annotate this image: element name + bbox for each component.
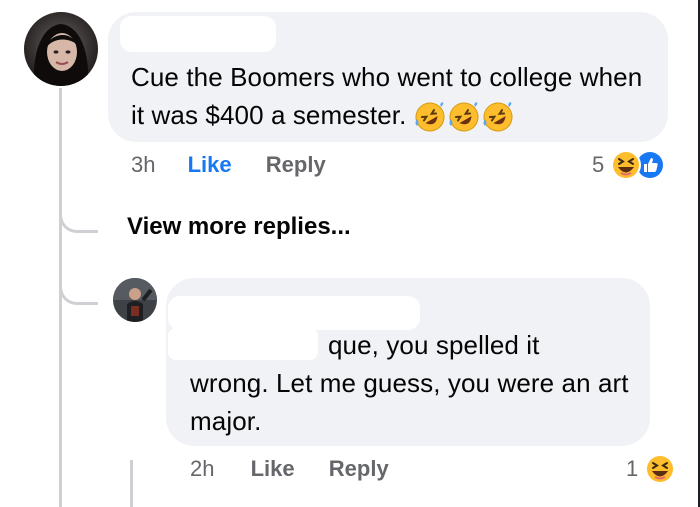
reply-timestamp[interactable]: 2h xyxy=(190,456,214,481)
comment-body: Cue the Boomers who went to college when… xyxy=(131,62,643,130)
reply-thread-line xyxy=(130,460,133,507)
rolling-laughing-icon xyxy=(483,102,513,132)
like-button[interactable]: Like xyxy=(188,152,232,177)
reaction-count: 5 xyxy=(592,152,605,177)
comment-timestamp[interactable]: 3h xyxy=(131,152,155,177)
redacted-author-name xyxy=(120,16,276,52)
emoji-group xyxy=(406,100,514,132)
laughing-reaction-icon xyxy=(611,150,642,180)
rolling-laughing-icon xyxy=(449,102,479,132)
avatar[interactable] xyxy=(113,278,157,322)
thread-connector xyxy=(59,190,98,233)
like-button[interactable]: Like xyxy=(251,456,295,481)
view-more-replies-link[interactable]: View more replies... xyxy=(127,213,351,241)
reply-text-line1: que, you spelled it xyxy=(328,330,540,360)
reaction-count: 1 xyxy=(626,456,639,481)
redacted-mention xyxy=(168,328,318,360)
redacted-author-name xyxy=(168,296,420,330)
reaction-summary[interactable]: 1 xyxy=(626,452,676,486)
reply-button[interactable]: Reply xyxy=(329,456,389,481)
reply-text: wrong. Let me guess, you were an art maj… xyxy=(190,368,629,436)
reply-actions: 2h Like Reply xyxy=(190,456,389,482)
rolling-laughing-icon xyxy=(415,102,445,132)
laughing-reaction-icon xyxy=(645,454,676,484)
comment-text: Cue the Boomers who went to college when… xyxy=(131,58,656,134)
avatar[interactable] xyxy=(24,12,98,86)
reply-button[interactable]: Reply xyxy=(266,152,326,177)
reaction-summary[interactable]: 5 xyxy=(592,148,666,182)
comment-actions: 3h Like Reply xyxy=(131,152,326,178)
thread-connector xyxy=(59,262,98,305)
